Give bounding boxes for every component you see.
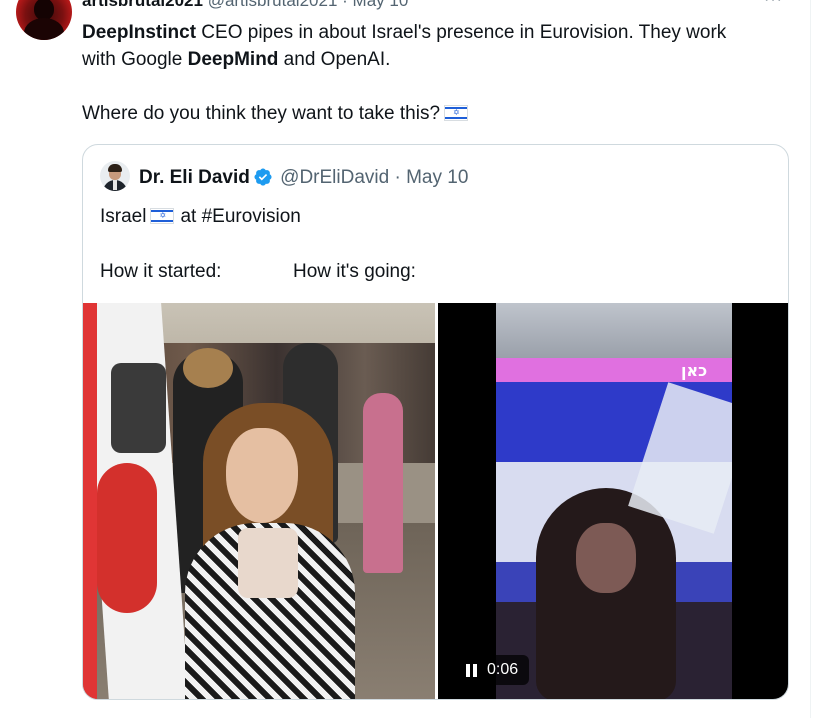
tweet-line-3: Where do you think they want to take thi… <box>82 100 802 127</box>
protest-photo[interactable] <box>83 303 435 699</box>
org-name-deepinstinct: DeepInstinct <box>82 22 197 43</box>
tweet-text-part3: and OpenAI. <box>278 49 391 70</box>
video-performer-face <box>576 523 636 593</box>
video-stage-top <box>496 303 732 358</box>
photo-person <box>363 393 403 573</box>
author-handle[interactable]: @artisbrutal2021 <box>208 0 338 10</box>
eurovision-video[interactable]: כאן <box>438 303 788 699</box>
tweet-text-part1: CEO pipes in about Israel's presence in … <box>196 22 727 43</box>
star-of-david-icon: ✡ <box>159 211 167 220</box>
video-timestamp: 0:06 <box>487 661 519 678</box>
channel-logo: כאן <box>681 361 708 380</box>
tweet-date[interactable]: May 10 <box>353 0 409 10</box>
photo-person-hair <box>183 348 233 388</box>
video-controls[interactable]: 0:06 <box>457 655 529 685</box>
more-icon[interactable]: ··· <box>764 0 783 9</box>
avatar-tie <box>113 180 117 190</box>
quoted-author-handle[interactable]: @DrEliDavid <box>280 167 389 188</box>
photo-girl-face <box>226 428 298 523</box>
photo-banner-fist <box>97 463 157 613</box>
quoted-blank-line <box>100 230 416 258</box>
author-avatar[interactable] <box>16 0 72 40</box>
video-performer-hair <box>536 488 676 699</box>
photo-banner-edge <box>83 303 97 699</box>
how-its-going-label: How it's going: <box>293 261 416 282</box>
pause-icon[interactable] <box>466 663 477 677</box>
tweet-question: Where do you think they want to take thi… <box>82 103 441 124</box>
tweet-header: artisbrutal2021 @artisbrutal2021 · May 1… <box>82 0 408 13</box>
tweet-line-1: DeepInstinct CEO pipes in about Israel's… <box>82 19 802 46</box>
verified-badge-icon <box>254 168 272 186</box>
photo-banner-print <box>111 363 166 453</box>
how-it-started-label: How it started: <box>100 261 222 282</box>
quoted-tweet-header: Dr. Eli David @DrEliDavid · May 10 <box>139 167 468 189</box>
photo-shirt <box>238 528 298 598</box>
tweet-line-2: with Google DeepMind and OpenAI. <box>82 46 802 73</box>
quoted-tweet[interactable]: Dr. Eli David @DrEliDavid · May 10 Israe… <box>82 144 789 700</box>
quoted-line-1: Israel ✡ at #Eurovision <box>100 203 416 230</box>
quoted-header-separator: · <box>394 167 401 188</box>
quoted-author-name[interactable]: Dr. Eli David <box>139 167 250 188</box>
israel-flag-icon: ✡ <box>150 208 175 224</box>
quoted-line-2: How it started: How it's going: <box>100 258 416 285</box>
quoted-author-avatar[interactable] <box>100 161 130 191</box>
avatar-body <box>24 18 64 40</box>
star-of-david-icon: ✡ <box>453 108 460 117</box>
quoted-tweet-date[interactable]: May 10 <box>406 167 468 188</box>
video-frame: כאן <box>496 303 732 699</box>
org-name-deepmind: DeepMind <box>187 49 279 70</box>
timeline-divider <box>810 0 811 718</box>
quoted-text-israel: Israel <box>100 206 147 227</box>
avatar-head <box>34 0 54 20</box>
author-name[interactable]: artisbrutal2021 <box>82 0 203 10</box>
header-separator: · <box>342 0 348 10</box>
quoted-text-eurovision: at #Eurovision <box>180 206 301 227</box>
israel-flag-icon: ✡ <box>444 105 469 121</box>
tweet-text: DeepInstinct CEO pipes in about Israel's… <box>82 19 802 127</box>
avatar-hair <box>108 164 122 172</box>
tweet-text-part2: with Google <box>82 49 188 70</box>
quoted-tweet-text: Israel ✡ at #Eurovision How it started: How… <box>100 203 416 285</box>
